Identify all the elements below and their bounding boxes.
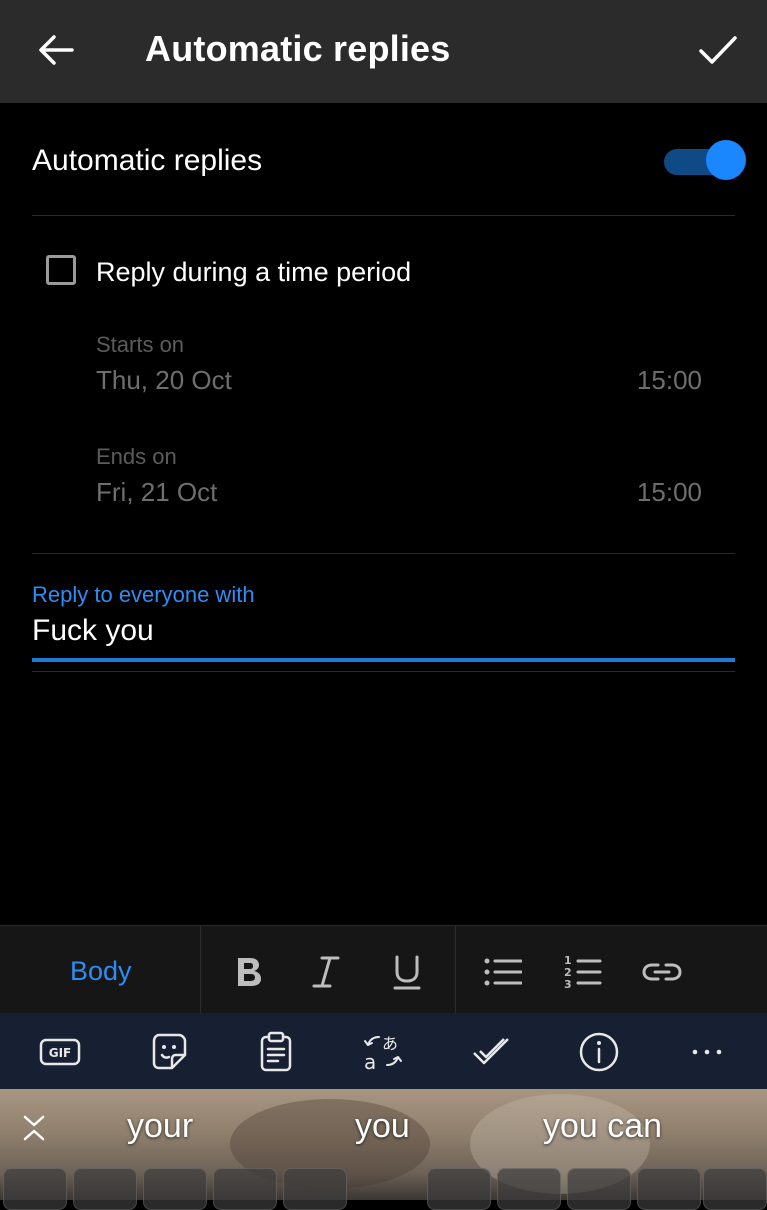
keyboard-key[interactable] [73,1168,137,1210]
clipboard-icon[interactable] [255,1031,297,1073]
spellcheck-icon[interactable] [470,1031,512,1073]
sticker-icon[interactable] [148,1031,190,1073]
keyboard-key[interactable] [143,1168,207,1210]
keyboard-key[interactable] [3,1168,67,1210]
suggestion-word[interactable]: you [355,1107,410,1146]
keyboard-key[interactable] [283,1168,347,1210]
link-icon[interactable] [642,952,682,992]
bold-icon[interactable] [228,952,268,992]
underline-icon[interactable] [387,952,427,992]
start-time[interactable]: 15:00 [637,365,702,396]
end-time[interactable]: 15:00 [637,477,702,508]
reply-message-input[interactable]: Fuck you [32,614,735,660]
keyboard-key[interactable] [497,1168,561,1210]
automatic-replies-toggle[interactable] [664,140,746,180]
toolbar-separator [200,926,201,1014]
keyboard-key[interactable] [567,1168,631,1210]
keyboard-key[interactable] [703,1168,767,1210]
gif-text: GIF [49,1046,72,1060]
divider [32,671,735,672]
keyboard-keys [0,1168,767,1210]
toolbar-separator [455,926,456,1014]
formatting-toolbar: Body 1 2 3 [0,925,767,1014]
text-style-button[interactable]: Body [70,956,132,987]
automatic-replies-label: Automatic replies [32,144,263,177]
suggestion-word[interactable]: your [127,1107,193,1146]
collapse-icon[interactable] [20,1113,48,1143]
keyboard-key[interactable] [213,1168,277,1210]
app-bar: Automatic replies [0,0,767,103]
start-date[interactable]: Thu, 20 Oct [96,365,232,396]
gif-icon[interactable]: GIF [39,1031,81,1073]
svg-text:3: 3 [564,978,572,991]
svg-text:a: a [364,1050,376,1073]
arrow-left-icon[interactable] [34,28,78,72]
starts-on-caption: Starts on [96,332,185,357]
bulleted-list-icon[interactable] [482,952,522,992]
ends-on-caption: Ends on [96,444,177,469]
divider [32,215,735,216]
italic-icon[interactable] [306,952,346,992]
suggestion-word[interactable]: you can [543,1107,662,1146]
svg-text:あ: あ [382,1034,398,1053]
keyboard-key[interactable] [427,1168,491,1210]
automatic-replies-row[interactable]: Automatic replies [32,140,746,200]
reply-field-underline [32,658,735,662]
reply-field-label: Reply to everyone with [32,582,255,607]
checkmark-icon[interactable] [696,28,740,72]
toggle-thumb [706,140,746,180]
numbered-list-icon[interactable]: 1 2 3 [562,952,602,992]
end-date[interactable]: Fri, 21 Oct [96,477,217,508]
info-icon[interactable] [578,1031,620,1073]
translate-icon[interactable]: a あ [362,1031,404,1073]
page-title: Automatic replies [145,28,451,69]
keyboard-key[interactable] [637,1168,701,1210]
time-period-label: Reply during a time period [96,257,412,287]
divider [32,553,735,554]
keyboard-toolbar: GIF a あ [0,1013,767,1089]
time-period-checkbox[interactable] [46,255,76,285]
time-period-row[interactable]: Reply during a time period [46,255,546,295]
more-icon[interactable] [686,1031,728,1073]
